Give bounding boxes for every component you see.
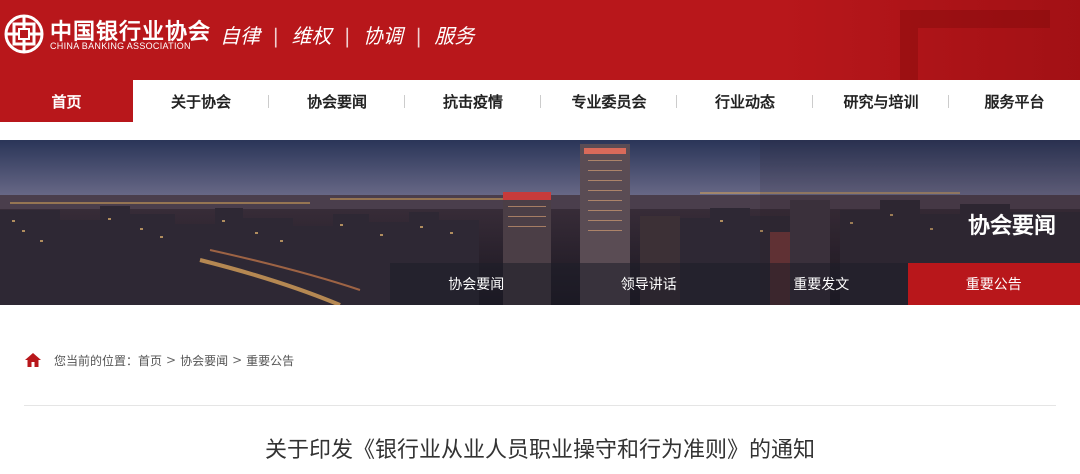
- nav-item-label: 协会要闻: [306, 92, 367, 111]
- breadcrumb-announcements[interactable]: 重要公告: [246, 352, 294, 369]
- nav-item-label: 行业动态: [714, 92, 775, 111]
- nav-item-label: 研究与培训: [843, 92, 919, 111]
- header-decoration-shape: [900, 10, 1050, 80]
- tab-leader-speeches[interactable]: 领导讲话: [562, 263, 735, 305]
- nav-item-epidemic[interactable]: 抗击疫情: [405, 80, 541, 122]
- tab-important-documents[interactable]: 重要发文: [735, 263, 908, 305]
- tab-association-news[interactable]: 协会要闻: [390, 263, 563, 305]
- tab-label: 协会要闻: [448, 277, 505, 293]
- tab-label: 领导讲话: [620, 277, 677, 293]
- nav-item-home[interactable]: 首页: [0, 80, 133, 122]
- breadcrumb-home[interactable]: 首页: [138, 352, 162, 369]
- banner-section-title: 协会要闻: [967, 214, 1056, 239]
- tab-label: 重要公告: [965, 277, 1022, 293]
- nav-item-committees[interactable]: 专业委员会: [541, 80, 677, 122]
- main-nav: 首页 关于协会 协会要闻 抗击疫情 专业委员会 行业动态 研究与培训 服务平台: [0, 80, 1080, 122]
- slogan-item: 协调: [362, 24, 403, 48]
- breadcrumb-prefix: 您当前的位置：: [54, 353, 139, 368]
- cba-logo-icon[interactable]: [4, 14, 44, 54]
- site-header: 中国银行业协会 CHINA BANKING ASSOCIATION 自律 | 维…: [0, 0, 1080, 80]
- slogan: 自律 | 维权 | 协调 | 服务: [220, 20, 474, 49]
- slogan-separator: |: [272, 24, 280, 48]
- slogan-item: 自律: [220, 24, 260, 48]
- article-title: 关于印发《银行业从业人员职业操守和行为准则》的通知: [264, 438, 815, 463]
- nav-item-label: 首页: [51, 92, 82, 111]
- slogan-separator: |: [415, 24, 423, 48]
- breadcrumb-separator: >: [232, 353, 243, 367]
- tab-important-announcements[interactable]: 重要公告: [907, 263, 1080, 305]
- breadcrumb-separator: >: [166, 353, 177, 367]
- nav-item-label: 服务平台: [984, 92, 1045, 111]
- slogan-item: 服务: [434, 24, 475, 48]
- nav-item-research[interactable]: 研究与培训: [813, 80, 949, 122]
- tab-label: 重要发文: [793, 277, 850, 293]
- nav-item-about[interactable]: 关于协会: [133, 80, 269, 122]
- nav-item-label: 抗击疫情: [442, 92, 503, 111]
- slogan-item: 维权: [291, 24, 332, 48]
- nav-item-label: 关于协会: [170, 92, 231, 111]
- nav-item-label: 专业委员会: [571, 92, 647, 111]
- breadcrumb-news[interactable]: 协会要闻: [180, 352, 228, 369]
- nav-item-news[interactable]: 协会要闻: [269, 80, 405, 122]
- home-icon: [25, 353, 41, 367]
- nav-item-services[interactable]: 服务平台: [949, 80, 1080, 122]
- divider: [24, 405, 1056, 406]
- nav-item-industry[interactable]: 行业动态: [677, 80, 813, 122]
- slogan-separator: |: [343, 24, 351, 48]
- breadcrumb: 您当前的位置： 首页 > 协会要闻 > 重要公告: [24, 350, 294, 370]
- brand-name-en: CHINA BANKING ASSOCIATION: [50, 41, 191, 51]
- banner-tabs: 协会要闻 领导讲话 重要发文 重要公告: [390, 263, 1080, 305]
